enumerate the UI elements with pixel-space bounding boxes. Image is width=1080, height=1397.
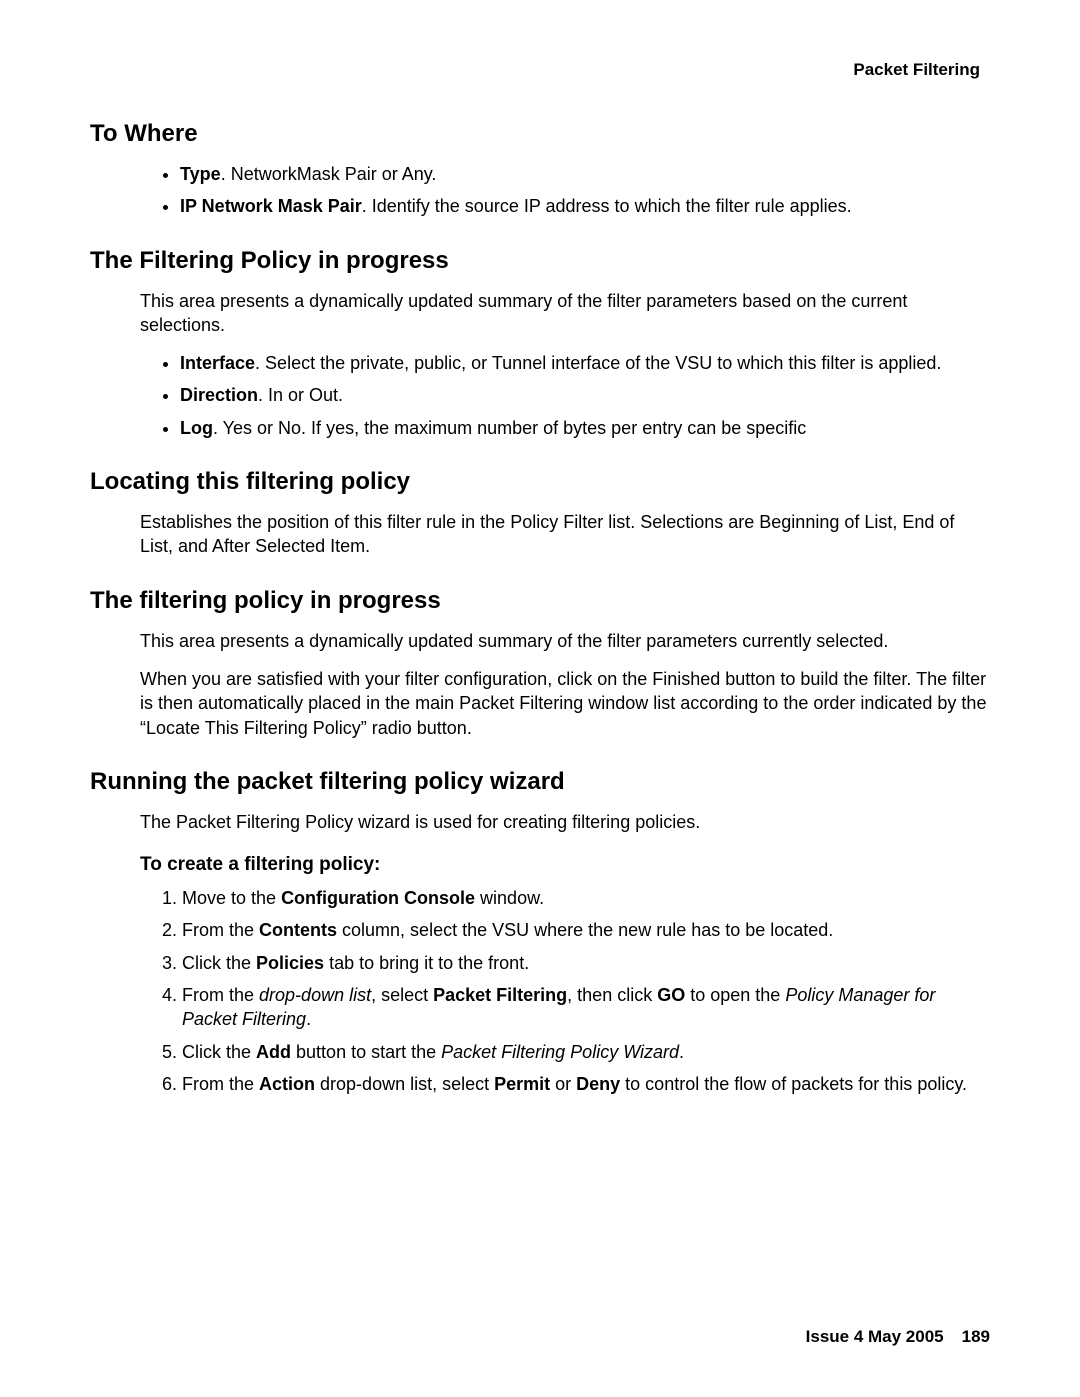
- step-text: Click the: [182, 953, 256, 973]
- list-item: Interface. Select the private, public, o…: [180, 351, 990, 375]
- step-text: From the: [182, 920, 259, 940]
- list-item: From the Action drop-down list, select P…: [182, 1072, 990, 1096]
- list-item: Click the Policies tab to bring it to th…: [182, 951, 990, 975]
- list-item: Click the Add button to start the Packet…: [182, 1040, 990, 1064]
- step-text: From the: [182, 1074, 259, 1094]
- step-text: window.: [475, 888, 544, 908]
- step-text: or: [550, 1074, 576, 1094]
- step-italic: Packet Filtering Policy Wizard: [441, 1042, 679, 1062]
- heading-locating: Locating this filtering policy: [90, 468, 990, 496]
- step-bold: Contents: [259, 920, 337, 940]
- step-bold: Add: [256, 1042, 291, 1062]
- step-bold: Configuration Console: [281, 888, 475, 908]
- list-item: From the Contents column, select the VSU…: [182, 918, 990, 942]
- bullet-text: . In or Out.: [258, 385, 343, 405]
- bullet-label: IP Network Mask Pair: [180, 196, 362, 216]
- heading-to-where: To Where: [90, 120, 990, 148]
- footer-page-number: 189: [962, 1327, 990, 1346]
- bullet-text: . Select the private, public, or Tunnel …: [255, 353, 941, 373]
- heading-filtering-policy-progress-2: The filtering policy in progress: [90, 587, 990, 615]
- list-item: Move to the Configuration Console window…: [182, 886, 990, 910]
- bullet-label: Log: [180, 418, 213, 438]
- body-paragraph: This area presents a dynamically updated…: [140, 629, 990, 653]
- bullet-text: . Identify the source IP address to whic…: [362, 196, 852, 216]
- running-header: Packet Filtering: [90, 60, 990, 80]
- body-paragraph: The Packet Filtering Policy wizard is us…: [140, 810, 990, 834]
- body-paragraph: When you are satisfied with your filter …: [140, 667, 990, 740]
- list-item: Log. Yes or No. If yes, the maximum numb…: [180, 416, 990, 440]
- bullet-text: . Yes or No. If yes, the maximum number …: [213, 418, 806, 438]
- step-text: button to start the: [291, 1042, 441, 1062]
- body-paragraph: Establishes the position of this filter …: [140, 510, 990, 559]
- page-footer: Issue 4 May 2005 189: [806, 1327, 990, 1347]
- step-bold: Deny: [576, 1074, 620, 1094]
- list-item: From the drop-down list, select Packet F…: [182, 983, 990, 1032]
- step-text: to control the flow of packets for this …: [620, 1074, 967, 1094]
- step-text: column, select the VSU where the new rul…: [337, 920, 833, 940]
- heading-running-wizard: Running the packet filtering policy wiza…: [90, 768, 990, 796]
- bullet-text: . NetworkMask Pair or Any.: [221, 164, 437, 184]
- heading-filtering-policy-progress-1: The Filtering Policy in progress: [90, 247, 990, 275]
- step-bold: GO: [657, 985, 685, 1005]
- step-text: Move to the: [182, 888, 281, 908]
- step-text: drop-down list, select: [315, 1074, 494, 1094]
- step-text: Click the: [182, 1042, 256, 1062]
- to-where-bullets: Type. NetworkMask Pair or Any. IP Networ…: [180, 162, 990, 219]
- step-text: tab to bring it to the front.: [324, 953, 529, 973]
- body-paragraph: This area presents a dynamically updated…: [140, 289, 990, 338]
- filtering-progress-bullets: Interface. Select the private, public, o…: [180, 351, 990, 440]
- list-item: Direction. In or Out.: [180, 383, 990, 407]
- step-text: , then click: [567, 985, 657, 1005]
- bullet-label: Interface: [180, 353, 255, 373]
- subheading-create-policy: To create a filtering policy:: [140, 854, 990, 876]
- step-text: .: [679, 1042, 684, 1062]
- bullet-label: Direction: [180, 385, 258, 405]
- page: Packet Filtering To Where Type. NetworkM…: [0, 0, 1080, 1397]
- step-text: .: [306, 1009, 311, 1029]
- steps-list: Move to the Configuration Console window…: [160, 886, 990, 1096]
- step-text: , select: [371, 985, 433, 1005]
- step-italic: drop-down list: [259, 985, 371, 1005]
- step-bold: Action: [259, 1074, 315, 1094]
- bullet-label: Type: [180, 164, 221, 184]
- step-bold: Permit: [494, 1074, 550, 1094]
- list-item: Type. NetworkMask Pair or Any.: [180, 162, 990, 186]
- step-text: From the: [182, 985, 259, 1005]
- step-bold: Policies: [256, 953, 324, 973]
- step-bold: Packet Filtering: [433, 985, 567, 1005]
- step-text: to open the: [685, 985, 785, 1005]
- footer-issue: Issue 4 May 2005: [806, 1327, 944, 1346]
- list-item: IP Network Mask Pair. Identify the sourc…: [180, 194, 990, 218]
